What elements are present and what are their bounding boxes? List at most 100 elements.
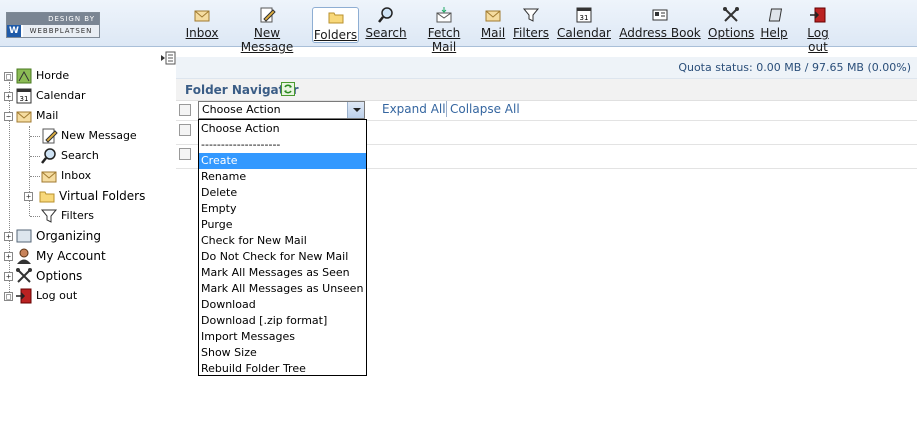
toolbar-inbox[interactable]: Inbox (184, 6, 220, 42)
toolbar-search[interactable]: Search (365, 6, 407, 42)
dropdown-separator: -------------------- (201, 138, 281, 151)
tree-leaf-box: □ (4, 291, 13, 301)
logout-icon (796, 6, 840, 26)
tree-item-horde[interactable]: □ Horde (4, 66, 69, 86)
folder-icon (38, 187, 56, 205)
compose-icon (227, 6, 307, 26)
filter-icon (40, 207, 58, 225)
dropdown-option[interactable]: Rebuild Folder Tree (199, 361, 366, 377)
expand-toggle[interactable]: + (4, 231, 13, 241)
tree-item-label: Virtual Folders (59, 189, 146, 203)
webbplatsen-logo[interactable]: DESIGN BY W WEBBPLATSEN (6, 12, 100, 38)
tree-item-calendar[interactable]: + 31 Calendar (4, 86, 85, 106)
dropdown-option[interactable]: Check for New Mail (199, 233, 366, 249)
expand-all-link[interactable]: Expand All (382, 102, 446, 116)
toolbar-logout[interactable]: Log out (796, 6, 840, 54)
toolbar-mail[interactable]: Mail (480, 6, 506, 42)
toolbar-calendar[interactable]: 31 Calendar (557, 6, 611, 42)
sidebar-tree: □ Horde + 31 Calendar − Mail New Message… (0, 48, 176, 447)
top-toolbar: DESIGN BY W WEBBPLATSEN Inbox New Messag… (0, 0, 917, 54)
tree-item-virtual-folders[interactable]: + Virtual Folders (24, 186, 145, 206)
tree-item-organizing[interactable]: + Organizing (4, 226, 101, 246)
tree-item-new-message[interactable]: New Message (40, 126, 137, 146)
toolbar-filters[interactable]: Filters (512, 6, 550, 42)
dropdown-option[interactable]: Choose Action (199, 121, 366, 137)
logout-icon (15, 287, 33, 305)
tree-item-label: Organizing (36, 229, 101, 243)
dropdown-option[interactable]: Rename (199, 169, 366, 185)
refresh-icon[interactable] (281, 82, 295, 96)
tree-leaf-box: □ (4, 71, 13, 81)
tree-branch (30, 176, 40, 177)
organizing-icon (15, 227, 33, 245)
tree-branch (30, 136, 40, 137)
search-icon (365, 6, 407, 26)
tree-item-label: My Account (36, 249, 106, 263)
tree-item-label: Filters (61, 209, 94, 222)
logo-name: WEBBPLATSEN (23, 25, 99, 37)
collapse-all-link[interactable]: Collapse All (450, 102, 520, 116)
filter-icon (512, 6, 550, 26)
dropdown-option[interactable]: Mark All Messages as Seen (199, 265, 366, 281)
folder-row-checkbox[interactable] (179, 124, 191, 136)
tree-item-label: Inbox (61, 169, 92, 182)
dropdown-option[interactable]: Import Messages (199, 329, 366, 345)
toolbar-new-message[interactable]: New Message (227, 6, 307, 54)
address-book-icon (619, 6, 701, 26)
logo-letter: W (7, 25, 21, 37)
tree-item-logout[interactable]: □ Log out (4, 286, 77, 306)
dropdown-option-create[interactable]: Create (199, 153, 366, 169)
tree-item-filters[interactable]: Filters (40, 206, 94, 226)
horde-icon (15, 67, 33, 85)
action-select[interactable]: Choose Action (198, 101, 365, 119)
toolbar-fetch-mail[interactable]: Fetch Mail (415, 6, 473, 54)
expand-toggle[interactable]: + (4, 251, 13, 261)
calendar-icon: 31 (15, 87, 33, 105)
chevron-down-icon[interactable] (347, 102, 364, 118)
mail-icon (15, 107, 33, 125)
compose-icon (40, 127, 58, 145)
tree-item-label: Horde (36, 69, 70, 82)
dropdown-option[interactable]: Mark All Messages as Unseen (199, 281, 366, 297)
dropdown-option[interactable]: Download (199, 297, 366, 313)
tree-item-options[interactable]: + Options (4, 266, 82, 286)
select-all-checkbox[interactable] (179, 104, 191, 116)
inbox-icon (184, 6, 220, 26)
dropdown-option[interactable]: Empty (199, 201, 366, 217)
options-icon (15, 267, 33, 285)
expand-toggle[interactable]: + (4, 271, 13, 281)
folder-row-checkbox[interactable] (179, 148, 191, 160)
dropdown-option[interactable]: Delete (199, 185, 366, 201)
dropdown-option[interactable]: Do Not Check for New Mail (199, 249, 366, 265)
svg-text:31: 31 (580, 14, 589, 22)
dropdown-option[interactable]: Purge (199, 217, 366, 233)
collapse-toggle[interactable]: − (4, 111, 13, 121)
tree-branch (30, 216, 40, 217)
fetch-mail-icon (415, 6, 473, 26)
tree-item-search[interactable]: Search (40, 146, 99, 166)
toolbar-help[interactable]: Help (760, 6, 788, 42)
expand-toggle[interactable]: + (24, 191, 33, 201)
tree-item-label: Calendar (36, 89, 86, 102)
mail-icon (480, 6, 506, 26)
tree-item-mail[interactable]: − Mail (4, 106, 58, 126)
calendar-icon: 31 (557, 6, 611, 26)
dropdown-option[interactable]: Download [.zip format] (199, 313, 366, 329)
inbox-icon (40, 167, 58, 185)
expand-toggle[interactable]: + (4, 91, 13, 101)
dropdown-option[interactable]: Show Size (199, 345, 366, 361)
tree-item-label: Search (61, 149, 99, 162)
tree-item-label: Options (36, 269, 83, 283)
toolbar-address-book[interactable]: Address Book (619, 6, 701, 42)
tree-item-my-account[interactable]: + My Account (4, 246, 106, 266)
options-icon (708, 6, 753, 26)
tree-item-label: Mail (36, 109, 59, 122)
link-divider (446, 101, 447, 117)
toolbar-folders[interactable]: Folders (312, 7, 359, 43)
tree-item-label: Log out (36, 289, 78, 302)
tree-item-inbox[interactable]: Inbox (40, 166, 91, 186)
svg-text:31: 31 (20, 95, 29, 103)
action-dropdown-list: Choose Action -------------------- Creat… (198, 119, 367, 376)
collapse-sidebar-icon[interactable] (160, 50, 176, 66)
toolbar-options[interactable]: Options (708, 6, 754, 42)
